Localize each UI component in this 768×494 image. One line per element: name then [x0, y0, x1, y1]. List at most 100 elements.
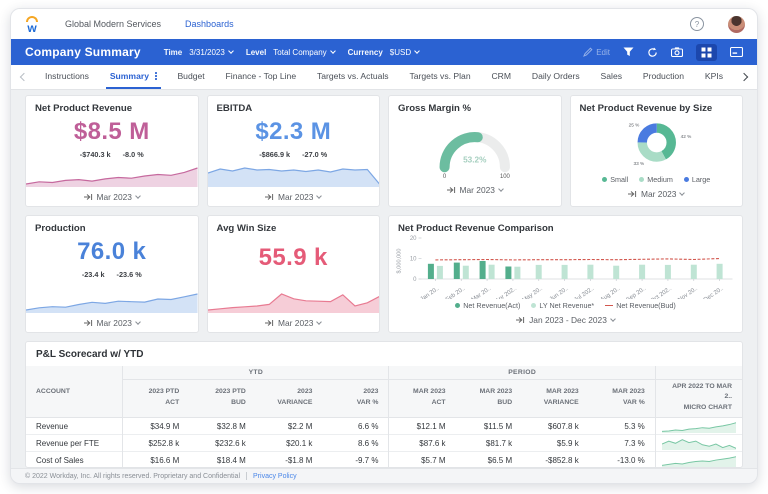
- card-title: Net Product Revenue Comparison: [398, 223, 554, 234]
- card-avg-win-size: Avg Win Size 55.9 k Mar 2023: [206, 215, 380, 333]
- chevron-down-icon: [227, 48, 234, 54]
- present-button[interactable]: [730, 47, 743, 57]
- period-selector[interactable]: Mar 2023: [26, 187, 198, 206]
- cell-value: 5.3 %: [588, 417, 656, 435]
- cell-account: Revenue per FTE: [26, 434, 123, 452]
- tab-instructions[interactable]: Instructions: [41, 65, 93, 89]
- card-ebitda: EBITDA $2.3 M -$866.9 k -27.0 % Mar 2023: [206, 95, 380, 207]
- chevron-down-icon: [414, 48, 420, 54]
- donut-chart: 42 % 33 % 25 %: [628, 123, 692, 167]
- tab-targets-vs-plan[interactable]: Targets vs. Plan: [405, 65, 474, 89]
- refresh-button[interactable]: [647, 47, 658, 58]
- tab-budget[interactable]: Budget: [173, 65, 208, 89]
- group-header-ytd: YTD: [122, 366, 389, 380]
- chevron-down-icon: [329, 48, 336, 54]
- svg-text:Apr 202..: Apr 202..: [495, 286, 519, 299]
- edit-button[interactable]: Edit: [583, 47, 610, 57]
- svg-text:20: 20: [410, 236, 417, 242]
- svg-text:Sep 20..: Sep 20..: [625, 286, 647, 299]
- kpi-delta-pct: -23.6 %: [116, 270, 142, 279]
- card-title: Net Product Revenue by Size: [579, 103, 713, 114]
- dashboards-link[interactable]: Dashboards: [185, 19, 234, 29]
- period-selector[interactable]: Mar 2023: [208, 187, 380, 206]
- camera-button[interactable]: [671, 47, 683, 57]
- dashboard-toolbar: Company Summary Time 3/31/2023 Level Tot…: [11, 39, 757, 65]
- tab-crm[interactable]: CRM: [487, 65, 515, 89]
- legend-item-small: Small: [602, 175, 628, 184]
- cell-value: $2.2 M: [255, 417, 323, 435]
- tab-targets-vs-actuals[interactable]: Targets vs. Actuals: [313, 65, 393, 89]
- kpi-row-1: Net Product Revenue $8.5 M -$740.3 k -8.…: [25, 95, 743, 207]
- cell-value: -$852.8 k: [522, 451, 589, 467]
- tab-finance-top-line[interactable]: Finance - Top Line: [222, 65, 301, 89]
- time-filter-dropdown[interactable]: 3/31/2023: [189, 48, 234, 57]
- time-label: Time: [163, 47, 183, 57]
- currency-filter-dropdown[interactable]: $USD: [390, 48, 420, 57]
- pnl-title: P&L Scorecard w/ YTD: [36, 349, 144, 360]
- kpi-value: $2.3 M: [255, 118, 332, 145]
- cell-value: $81.7 k: [455, 434, 523, 452]
- pnl-table-body: Revenue $34.9 M $32.8 M $2.2 M 6.6 % $12.1 M $…: [26, 417, 742, 467]
- period-selector[interactable]: Mar 2023: [208, 313, 380, 332]
- edit-label: Edit: [596, 47, 610, 57]
- cell-value: $34.9 M: [122, 417, 190, 435]
- period-selector[interactable]: Jan 2023 - Dec 2023: [389, 310, 742, 329]
- column-header-micro-chart: APR 2022 TO MAR 2.. MICRO CHART: [654, 379, 742, 419]
- funnel-icon: [623, 47, 634, 56]
- tab-kpis[interactable]: KPIs: [701, 65, 727, 89]
- kpi-delta-pct: -27.0 %: [302, 150, 328, 159]
- chevron-down-icon: [135, 192, 141, 199]
- kpi-delta-abs: -$866.9 k: [259, 150, 291, 159]
- period-selector[interactable]: Mar 2023: [389, 180, 561, 199]
- refresh-icon: [648, 47, 657, 57]
- cell-value: $6.5 M: [455, 451, 523, 467]
- tab-production[interactable]: Production: [639, 65, 688, 89]
- tab-sales[interactable]: Sales: [597, 65, 627, 89]
- privacy-policy-link[interactable]: Privacy Policy: [253, 473, 297, 480]
- svg-text:Mar 20..: Mar 20..: [471, 286, 493, 299]
- cell-value: 8.6 %: [322, 434, 389, 452]
- top-bar: w Global Modern Services Dashboards ?: [11, 9, 757, 39]
- kpi-value: $8.5 M: [73, 118, 150, 145]
- svg-text:Nov 20..: Nov 20..: [677, 286, 699, 299]
- period-selector[interactable]: Mar 2023: [571, 184, 743, 203]
- cell-account: Cost of Sales: [26, 451, 123, 467]
- legend-item: Net Revenue(Act): [455, 301, 520, 310]
- kpi-delta-pct: -8.0 %: [122, 150, 144, 159]
- time-horizon-icon: [265, 193, 274, 200]
- card-title: EBITDA: [216, 103, 253, 114]
- legend-item: Net Revenue(Bud): [605, 301, 676, 310]
- time-horizon-icon: [516, 316, 525, 323]
- dashboard-content: Net Product Revenue $8.5 M -$740.3 k -8.…: [11, 90, 757, 468]
- period-selector[interactable]: Mar 2023: [26, 313, 198, 332]
- svg-text:10: 10: [410, 257, 417, 263]
- tab-menu-icon[interactable]: [154, 72, 157, 80]
- chevron-down-icon: [679, 189, 686, 196]
- card-title: Gross Margin %: [398, 103, 472, 114]
- tabs-scroll-right-icon[interactable]: [739, 72, 749, 82]
- avatar[interactable]: [728, 15, 745, 33]
- card-revenue-by-size: Net Product Revenue by Size 42 % 33 % 25 %…: [569, 95, 743, 207]
- grid-view-button[interactable]: [696, 43, 717, 61]
- svg-text:0: 0: [413, 277, 417, 283]
- filter-button[interactable]: [623, 47, 634, 57]
- card-revenue-comparison: Net Product Revenue Comparison $,000,000…: [388, 215, 743, 333]
- cell-value: -9.7 %: [322, 451, 389, 467]
- legend-dot-icon: [683, 177, 689, 182]
- tab-daily-orders[interactable]: Daily Orders: [528, 65, 584, 89]
- kpi-delta-abs: -23.4 k: [81, 270, 105, 279]
- help-icon[interactable]: ?: [690, 17, 704, 31]
- svg-text:42 %: 42 %: [680, 134, 692, 139]
- period-label: Mar 2023: [278, 317, 314, 328]
- svg-text:33 %: 33 %: [633, 161, 645, 166]
- chevron-down-icon: [135, 318, 141, 325]
- kpi-value: 55.9 k: [258, 244, 328, 271]
- time-horizon-icon: [83, 319, 92, 326]
- legend-item-medium: Medium: [639, 175, 673, 184]
- tab-summary[interactable]: Summary: [105, 65, 161, 89]
- kpi-value: 76.0 k: [77, 238, 147, 265]
- cell-value: $32.8 M: [189, 417, 256, 435]
- level-filter-dropdown[interactable]: Total Company: [273, 48, 336, 57]
- workday-logo-icon[interactable]: w: [23, 15, 41, 34]
- kpi-delta-abs: -$740.3 k: [79, 150, 111, 159]
